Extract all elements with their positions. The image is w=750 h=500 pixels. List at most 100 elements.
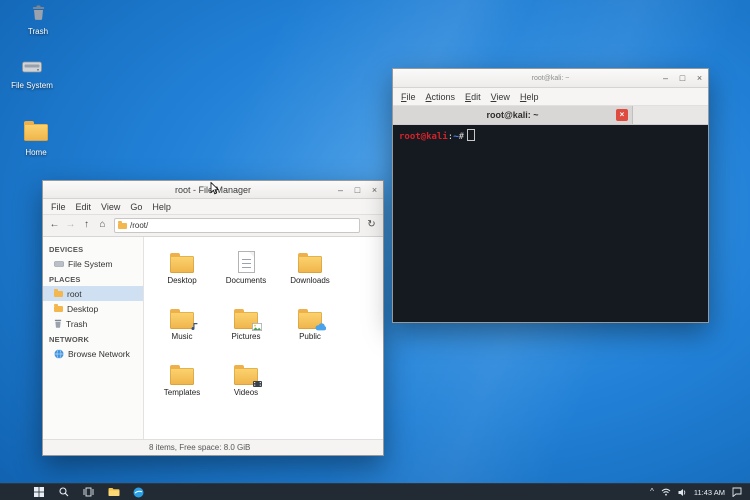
folder-icon: [169, 361, 195, 385]
tab-close-button[interactable]: ×: [616, 109, 628, 121]
home-icon[interactable]: ⌂: [95, 218, 110, 233]
minimize-button[interactable]: –: [657, 73, 674, 83]
maximize-button[interactable]: □: [674, 73, 691, 83]
folder-icon: [118, 223, 127, 229]
folder-videos-icon: [233, 361, 259, 385]
terminal-tab[interactable]: root@kali: ~ ×: [393, 106, 633, 124]
menu-edit[interactable]: Edit: [71, 201, 97, 213]
sidebar-item-label: File System: [68, 259, 112, 269]
windows-logo-icon: [34, 487, 44, 497]
document-icon: [233, 249, 259, 273]
minimize-button[interactable]: –: [332, 185, 349, 195]
menu-help[interactable]: Help: [515, 91, 544, 103]
forward-icon[interactable]: →: [63, 218, 78, 233]
folder-item-public[interactable]: Public: [278, 305, 342, 341]
kali-icon: [133, 487, 144, 498]
menu-file[interactable]: File: [46, 201, 71, 213]
sidebar-item-file-system[interactable]: File System: [43, 256, 143, 271]
task-view-icon: [83, 487, 94, 497]
menu-go[interactable]: Go: [125, 201, 147, 213]
status-bar: 8 items, Free space: 8.0 GiB: [43, 439, 383, 455]
music-note-emblem: [191, 322, 198, 331]
terminal-menubar: File Actions Edit View Help: [393, 88, 708, 106]
desktop-icon-home[interactable]: Home: [6, 120, 66, 157]
folder-item-downloads[interactable]: Downloads: [278, 249, 342, 285]
taskbar: ^ 11:43 AM: [0, 483, 750, 500]
search-icon: [59, 487, 69, 497]
trash-icon: [54, 319, 62, 328]
file-explorer-icon: [108, 487, 120, 497]
file-manager-body: DEVICES File System PLACES root Desktop: [43, 237, 383, 439]
folder-label: Templates: [164, 388, 200, 397]
kali-app-button[interactable]: [126, 484, 151, 500]
close-button[interactable]: ×: [691, 73, 708, 83]
drive-icon: [22, 60, 42, 74]
file-manager-window: root - File Manager – □ × File Edit View…: [42, 180, 384, 456]
home-folder-icon: [24, 124, 48, 141]
folder-icon: [297, 249, 323, 273]
sidebar-item-label: Desktop: [67, 304, 98, 314]
window-controls: – □ ×: [332, 185, 383, 195]
back-icon[interactable]: ←: [47, 218, 62, 233]
folder-item-pictures[interactable]: Pictures: [214, 305, 278, 341]
path-bar[interactable]: /root/: [114, 218, 360, 233]
file-manager-sidebar: DEVICES File System PLACES root Desktop: [43, 237, 144, 439]
cloud-emblem: [315, 323, 326, 331]
drive-icon: [54, 260, 64, 268]
refresh-icon[interactable]: ↻: [364, 218, 379, 233]
clock[interactable]: 11:43 AM: [694, 488, 725, 497]
folder-label: Downloads: [290, 276, 330, 285]
terminal-output[interactable]: root@kali:~#: [393, 125, 708, 322]
folder-label: Desktop: [167, 276, 196, 285]
tray-chevron-up-icon[interactable]: ^: [650, 488, 654, 496]
folder-item-desktop[interactable]: Desktop: [150, 249, 214, 285]
search-button[interactable]: [51, 484, 76, 500]
folder-item-music[interactable]: Music: [150, 305, 214, 341]
start-button[interactable]: [26, 484, 51, 500]
sidebar-item-browse-network[interactable]: Browse Network: [43, 346, 143, 361]
terminal-cursor: [467, 129, 475, 141]
up-icon[interactable]: ↑: [79, 218, 94, 233]
system-tray: ^ 11:43 AM: [650, 487, 750, 497]
folder-item-documents[interactable]: Documents: [214, 249, 278, 285]
network-icon[interactable]: [661, 488, 671, 496]
menu-help[interactable]: Help: [147, 201, 176, 213]
terminal-tabbar: root@kali: ~ ×: [393, 106, 708, 125]
action-center-icon[interactable]: [732, 487, 742, 497]
task-view-button[interactable]: [76, 484, 101, 500]
terminal-window: root@kali: ~ – □ × File Actions Edit Vie…: [392, 68, 709, 323]
menu-file[interactable]: File: [396, 91, 421, 103]
folder-icon: [169, 249, 195, 273]
close-button[interactable]: ×: [366, 185, 383, 195]
folder-label: Pictures: [232, 332, 261, 341]
sidebar-item-trash[interactable]: Trash: [43, 316, 143, 331]
trash-icon: [32, 5, 45, 20]
folder-item-templates[interactable]: Templates: [150, 361, 214, 397]
desktop-icon-trash[interactable]: Trash: [8, 5, 68, 36]
film-emblem: [253, 381, 262, 387]
sidebar-item-desktop[interactable]: Desktop: [43, 301, 143, 316]
sidebar-item-root[interactable]: root: [43, 286, 143, 301]
mouse-cursor: [210, 182, 219, 195]
menu-view[interactable]: View: [486, 91, 515, 103]
file-explorer-button[interactable]: [101, 484, 126, 500]
folder-item-videos[interactable]: Videos: [214, 361, 278, 397]
menu-edit[interactable]: Edit: [460, 91, 486, 103]
sidebar-item-label: Browse Network: [68, 349, 130, 359]
folder-label: Music: [172, 332, 193, 341]
maximize-button[interactable]: □: [349, 185, 366, 195]
folder-icon: [54, 306, 63, 312]
folder-label: Videos: [234, 388, 258, 397]
terminal-titlebar[interactable]: root@kali: ~ – □ ×: [393, 69, 708, 88]
menu-view[interactable]: View: [96, 201, 125, 213]
desktop-icon-file-system[interactable]: File System: [2, 60, 62, 90]
menu-actions[interactable]: Actions: [421, 91, 461, 103]
folder-label: Public: [299, 332, 321, 341]
desktop-icon-label: Trash: [8, 27, 68, 36]
desktop: Trash File System Home root - File Manag…: [0, 0, 750, 500]
path-text: /root/: [130, 221, 148, 230]
volume-icon[interactable]: [678, 488, 687, 497]
terminal-tab-label: root@kali: ~: [486, 110, 538, 120]
folder-icon: [54, 291, 63, 297]
file-manager-menubar: File Edit View Go Help: [43, 199, 383, 215]
